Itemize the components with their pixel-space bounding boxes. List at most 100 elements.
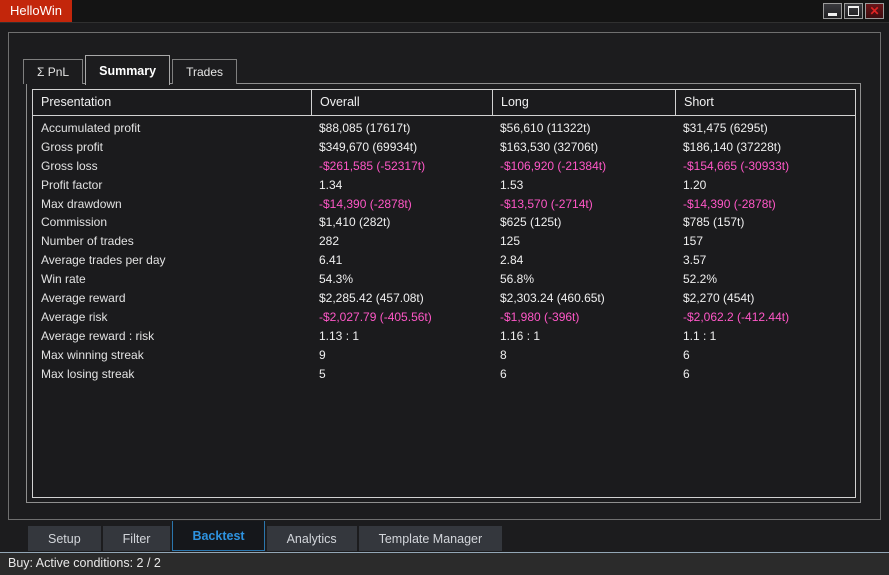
row-value-overall: $349,670 (69934t) xyxy=(311,138,492,157)
row-label: Max losing streak xyxy=(33,365,311,384)
row-value-overall: -$14,390 (-2878t) xyxy=(311,195,492,214)
row-value-long: 1.53 xyxy=(492,176,675,195)
row-value-short: 6 xyxy=(675,365,855,384)
table-row[interactable]: Accumulated profit$88,085 (17617t)$56,61… xyxy=(33,119,855,138)
row-value-short: $2,270 (454t) xyxy=(675,289,855,308)
row-value-overall: $2,285.42 (457.08t) xyxy=(311,289,492,308)
table-body: Accumulated profit$88,085 (17617t)$56,61… xyxy=(33,116,855,383)
column-header-presentation[interactable]: Presentation xyxy=(33,90,311,115)
table-row[interactable]: Max losing streak566 xyxy=(33,365,855,384)
tab-backtest[interactable]: Backtest xyxy=(172,521,264,551)
table-row[interactable]: Commission$1,410 (282t)$625 (125t)$785 (… xyxy=(33,213,855,232)
row-label: Max winning streak xyxy=(33,346,311,365)
row-value-overall: $88,085 (17617t) xyxy=(311,119,492,138)
table-row[interactable]: Gross loss-$261,585 (-52317t)-$106,920 (… xyxy=(33,157,855,176)
row-value-long: $56,610 (11322t) xyxy=(492,119,675,138)
minimize-button[interactable] xyxy=(823,3,842,19)
table-row[interactable]: Max winning streak986 xyxy=(33,346,855,365)
row-value-long: $163,530 (32706t) xyxy=(492,138,675,157)
table-row[interactable]: Gross profit$349,670 (69934t)$163,530 (3… xyxy=(33,138,855,157)
row-value-long: 6 xyxy=(492,365,675,384)
row-value-short: -$14,390 (-2878t) xyxy=(675,195,855,214)
tab-analytics[interactable]: Analytics xyxy=(267,526,357,551)
row-value-long: 56.8% xyxy=(492,270,675,289)
row-value-overall: 5 xyxy=(311,365,492,384)
row-value-short: $186,140 (37228t) xyxy=(675,138,855,157)
row-value-long: -$1,980 (-396t) xyxy=(492,308,675,327)
row-label: Average reward : risk xyxy=(33,327,311,346)
row-value-overall: 1.13 : 1 xyxy=(311,327,492,346)
row-value-long: 1.16 : 1 xyxy=(492,327,675,346)
row-value-short: $31,475 (6295t) xyxy=(675,119,855,138)
close-button[interactable]: ✕ xyxy=(865,3,884,19)
tab-trades[interactable]: Trades xyxy=(172,59,237,84)
window-controls: ✕ xyxy=(823,3,884,19)
status-text: Buy: Active conditions: 2 / 2 xyxy=(0,553,889,574)
row-value-long: $2,303.24 (460.65t) xyxy=(492,289,675,308)
column-header-long[interactable]: Long xyxy=(492,90,675,115)
main-area: Σ PnL Summary Trades Presentation Overal… xyxy=(0,23,889,552)
row-value-short: 3.57 xyxy=(675,251,855,270)
tab-template-manager[interactable]: Template Manager xyxy=(359,526,503,551)
row-label: Accumulated profit xyxy=(33,119,311,138)
row-value-long: $625 (125t) xyxy=(492,213,675,232)
row-value-long: 8 xyxy=(492,346,675,365)
title-bar: HelloWin ✕ xyxy=(0,0,889,23)
row-value-long: -$106,920 (-21384t) xyxy=(492,157,675,176)
row-label: Average reward xyxy=(33,289,311,308)
row-value-short: 6 xyxy=(675,346,855,365)
row-value-long: 2.84 xyxy=(492,251,675,270)
row-label: Profit factor xyxy=(33,176,311,195)
row-label: Gross loss xyxy=(33,157,311,176)
row-label: Commission xyxy=(33,213,311,232)
column-header-overall[interactable]: Overall xyxy=(311,90,492,115)
row-label: Max drawdown xyxy=(33,195,311,214)
row-label: Average trades per day xyxy=(33,251,311,270)
row-value-overall: 282 xyxy=(311,232,492,251)
row-value-short: 1.1 : 1 xyxy=(675,327,855,346)
tab-summary[interactable]: Summary xyxy=(85,55,170,85)
row-value-short: 157 xyxy=(675,232,855,251)
table-row[interactable]: Profit factor1.341.531.20 xyxy=(33,176,855,195)
tab-pnl[interactable]: Σ PnL xyxy=(23,59,83,84)
close-icon: ✕ xyxy=(869,4,879,18)
table-row[interactable]: Win rate54.3%56.8%52.2% xyxy=(33,270,855,289)
tab-filter[interactable]: Filter xyxy=(103,526,171,551)
table-row[interactable]: Average trades per day6.412.843.57 xyxy=(33,251,855,270)
table-row[interactable]: Average reward$2,285.42 (457.08t)$2,303.… xyxy=(33,289,855,308)
bottom-tabstrip: Setup Filter Backtest Analytics Template… xyxy=(28,521,504,551)
table-row[interactable]: Average reward : risk1.13 : 11.16 : 11.1… xyxy=(33,327,855,346)
row-value-long: 125 xyxy=(492,232,675,251)
row-value-short: 1.20 xyxy=(675,176,855,195)
row-value-overall: $1,410 (282t) xyxy=(311,213,492,232)
row-value-overall: -$2,027.79 (-405.56t) xyxy=(311,308,492,327)
row-value-long: -$13,570 (-2714t) xyxy=(492,195,675,214)
table-header: Presentation Overall Long Short xyxy=(33,90,855,116)
row-value-overall: 1.34 xyxy=(311,176,492,195)
column-header-short[interactable]: Short xyxy=(675,90,855,115)
row-value-short: $785 (157t) xyxy=(675,213,855,232)
row-label: Win rate xyxy=(33,270,311,289)
summary-table: Presentation Overall Long Short Accumula… xyxy=(32,89,856,498)
summary-tabstrip: Σ PnL Summary Trades xyxy=(23,54,239,84)
maximize-button[interactable] xyxy=(844,3,863,19)
row-value-short: -$2,062.2 (-412.44t) xyxy=(675,308,855,327)
row-label: Number of trades xyxy=(33,232,311,251)
row-value-overall: 9 xyxy=(311,346,492,365)
row-value-short: 52.2% xyxy=(675,270,855,289)
row-label: Average risk xyxy=(33,308,311,327)
summary-tab-page: Presentation Overall Long Short Accumula… xyxy=(26,83,861,503)
maximize-icon xyxy=(848,6,859,16)
row-value-overall: 54.3% xyxy=(311,270,492,289)
minimize-icon xyxy=(828,13,837,16)
status-bar: Buy: Active conditions: 2 / 2 xyxy=(0,552,889,575)
table-row[interactable]: Average risk-$2,027.79 (-405.56t)-$1,980… xyxy=(33,308,855,327)
row-value-overall: 6.41 xyxy=(311,251,492,270)
app-title: HelloWin xyxy=(0,0,72,22)
tab-setup[interactable]: Setup xyxy=(28,526,101,551)
row-value-short: -$154,665 (-30933t) xyxy=(675,157,855,176)
results-panel: Σ PnL Summary Trades Presentation Overal… xyxy=(8,32,881,520)
table-row[interactable]: Number of trades282125157 xyxy=(33,232,855,251)
row-label: Gross profit xyxy=(33,138,311,157)
table-row[interactable]: Max drawdown-$14,390 (-2878t)-$13,570 (-… xyxy=(33,195,855,214)
